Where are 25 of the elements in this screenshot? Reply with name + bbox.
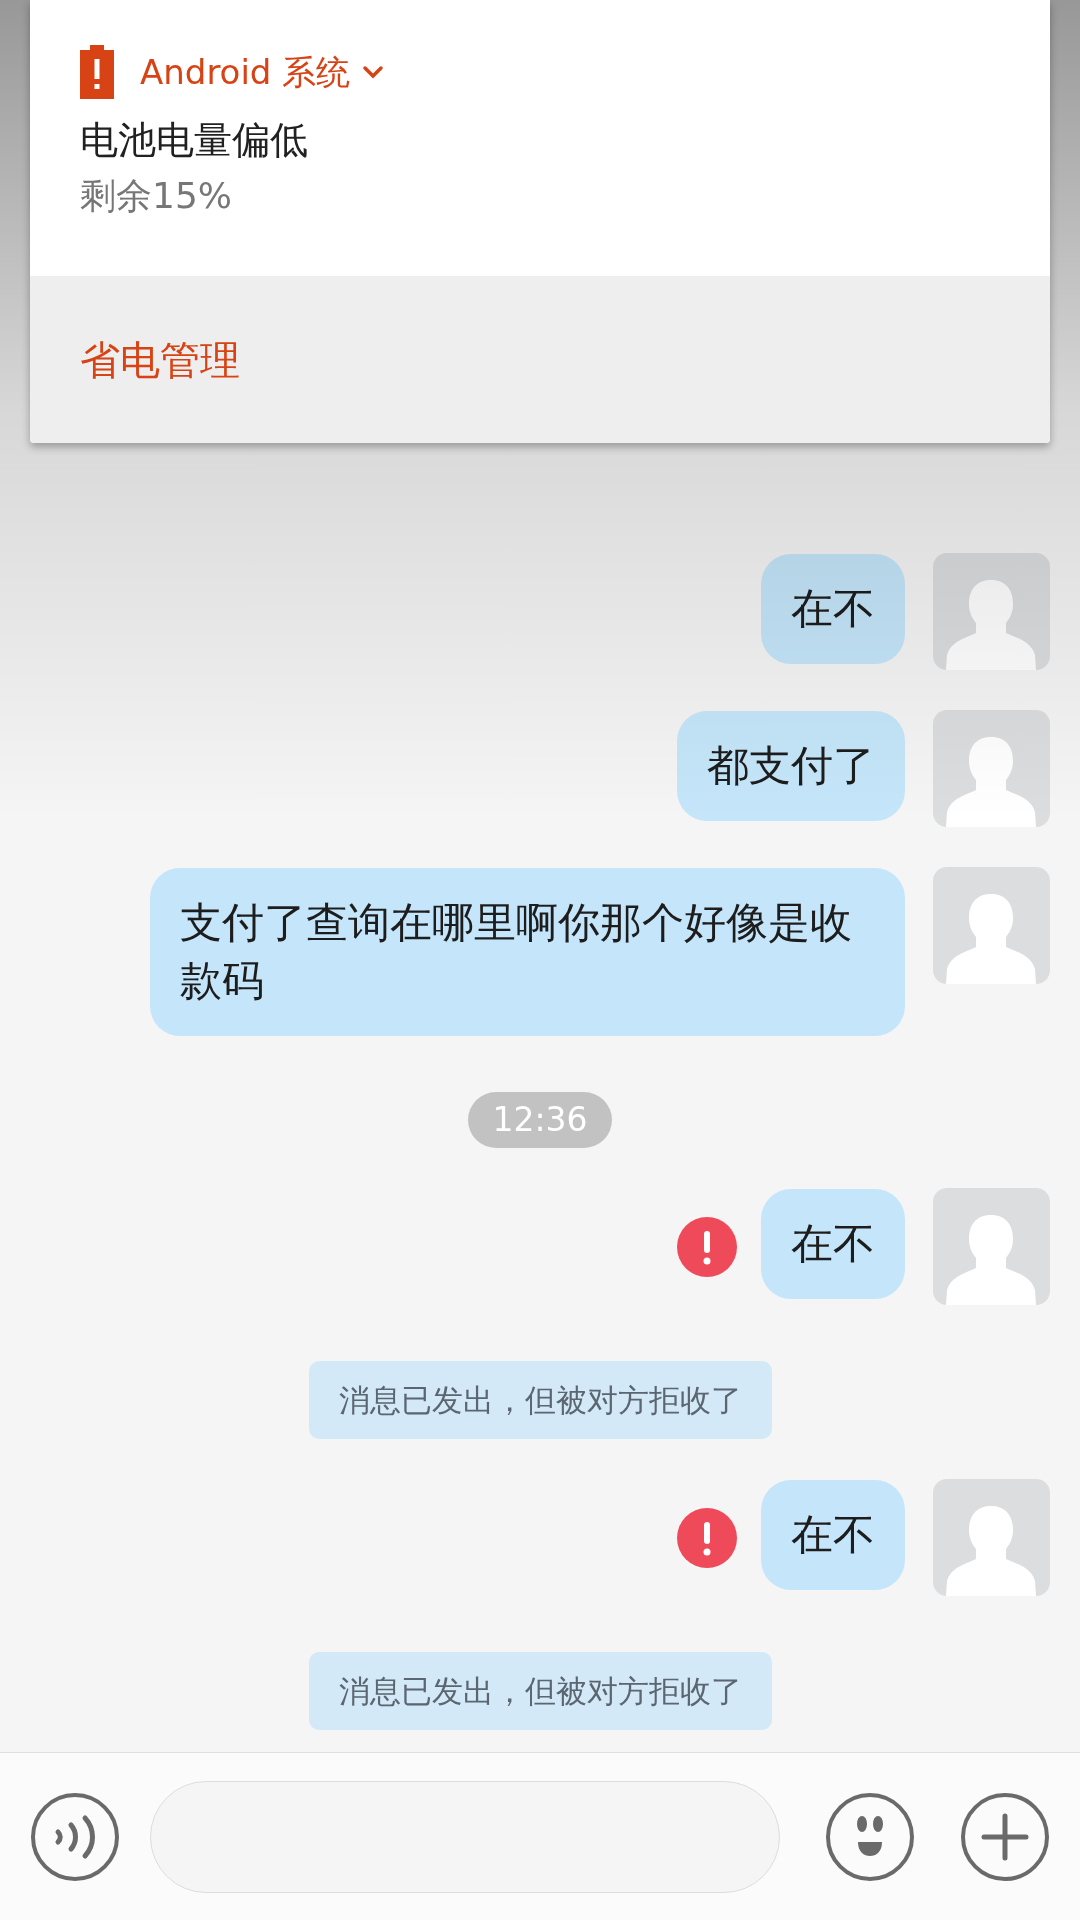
message-bubble: 在不 — [761, 554, 905, 664]
power-saving-button[interactable]: 省电管理 — [80, 329, 240, 390]
message-bubble: 在不 — [761, 1189, 905, 1299]
message-bubble: 在不 — [761, 1480, 905, 1590]
battery-alert-icon — [80, 45, 114, 99]
chevron-down-icon[interactable] — [362, 65, 385, 79]
system-notice: 消息已发出，但被对方拒收了 — [308, 1361, 772, 1439]
app-name: Android 系统 — [140, 50, 351, 94]
message-bubble: 支付了查询在哪里啊你那个好像是收款码 — [150, 868, 905, 1036]
plus-icon[interactable] — [960, 1791, 1050, 1882]
avatar-icon — [933, 710, 1050, 827]
system-notice: 消息已发出，但被对方拒收了 — [308, 1652, 772, 1730]
emoji-icon[interactable] — [825, 1791, 915, 1882]
error-icon[interactable] — [677, 1216, 737, 1277]
avatar-icon — [933, 553, 1050, 670]
timestamp: 12:36 — [468, 1092, 612, 1148]
notification-title: 电池电量偏低 — [80, 117, 309, 164]
message-bubble: 都支付了 — [677, 711, 905, 821]
voice-icon[interactable] — [30, 1791, 120, 1882]
error-icon[interactable] — [677, 1507, 737, 1568]
avatar-icon — [933, 867, 1050, 984]
avatar-icon — [933, 1188, 1050, 1305]
notification-text: 剩余15% — [80, 174, 233, 218]
notification-card[interactable]: Android 系统 电池电量偏低 剩余15% 省电管理 — [30, 0, 1050, 443]
avatar-icon — [933, 1479, 1050, 1596]
